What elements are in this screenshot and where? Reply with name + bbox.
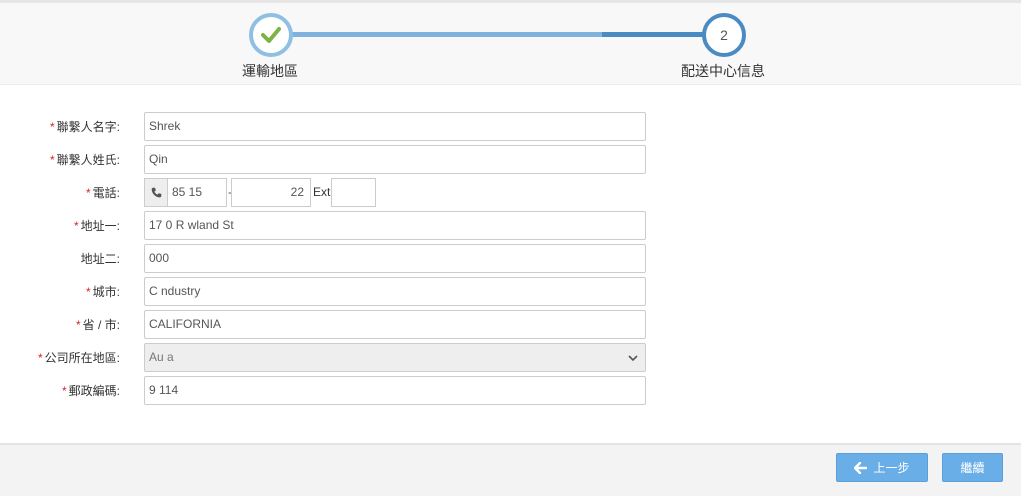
phone-row: * 電話: 85 15 - 22 Ext [0, 178, 700, 208]
required-marker: * [75, 318, 81, 332]
distribution-center-form: * 聯繫人名字: Shrek * 聯繫人姓氏: Qin * 電話: 85 15 - 2… [0, 86, 1021, 442]
first-name-input[interactable]: Shrek [144, 112, 646, 141]
first-name-row: * 聯繫人名字: Shrek [0, 112, 700, 142]
address2-label: 地址二: [80, 252, 120, 266]
required-marker: * [61, 384, 67, 398]
first-name-label: 聯繫人名字: [56, 120, 120, 134]
required-marker: * [85, 285, 91, 299]
step-2-number: 2 [720, 27, 728, 43]
required-marker: * [73, 219, 79, 233]
city-input[interactable]: C ndustry [144, 277, 646, 306]
state-label: 省 / 市: [82, 318, 120, 332]
step-2-indicator: 2 [702, 13, 746, 57]
chevron-down-icon [628, 355, 638, 362]
state-row: * 省 / 市: CALIFORNIA [0, 310, 700, 340]
phone-addon [144, 178, 168, 207]
postal-row: * 郵政編碼: 9 114 [0, 376, 700, 406]
required-marker: * [85, 186, 91, 200]
previous-button[interactable]: 上一步 [836, 453, 928, 482]
phone-icon [151, 187, 161, 198]
country-row: * 公司所在地區: Au a [0, 343, 700, 373]
address1-row: * 地址一: 17 0 R wland St [0, 211, 700, 241]
arrow-left-icon [854, 461, 868, 474]
previous-label: 上一步 [873, 461, 910, 475]
phone-label: 電話: [92, 186, 120, 200]
country-select[interactable]: Au a [144, 343, 646, 372]
phone-area-input[interactable]: 85 15 [167, 178, 227, 207]
stepper: 運輸地區 2 配送中心信息 [0, 3, 1021, 85]
footer-bar: 上一步 繼續 [0, 443, 1021, 496]
step-1-label: 運輸地區 [242, 63, 298, 79]
step-track-completed [290, 32, 602, 37]
country-value: Au a [149, 350, 174, 364]
address2-input[interactable]: 000 [144, 244, 646, 273]
postal-input[interactable]: 9 114 [144, 376, 646, 405]
required-marker: * [49, 153, 55, 167]
continue-label: 繼續 [960, 461, 985, 475]
checkmark-icon [261, 27, 281, 43]
address1-input[interactable]: 17 0 R wland St [144, 211, 646, 240]
country-label: 公司所在地區: [44, 351, 120, 365]
step-1-indicator[interactable] [249, 13, 293, 57]
state-input[interactable]: CALIFORNIA [144, 310, 646, 339]
last-name-input[interactable]: Qin [144, 145, 646, 174]
continue-button[interactable]: 繼續 [942, 453, 1003, 482]
address2-row: 地址二: 000 [0, 244, 700, 274]
city-label: 城市: [92, 285, 120, 299]
postal-label: 郵政編碼: [68, 384, 120, 398]
last-name-row: * 聯繫人姓氏: Qin [0, 145, 700, 175]
ext-input[interactable] [331, 178, 376, 207]
required-marker: * [37, 351, 43, 365]
city-row: * 城市: C ndustry [0, 277, 700, 307]
ext-label: Ext [313, 185, 331, 199]
last-name-label: 聯繫人姓氏: [56, 153, 120, 167]
phone-number-input[interactable]: 22 [231, 178, 311, 207]
address1-label: 地址一: [80, 219, 120, 233]
required-marker: * [49, 120, 55, 134]
step-2-label: 配送中心信息 [681, 63, 765, 79]
step-track-remaining [602, 32, 708, 37]
